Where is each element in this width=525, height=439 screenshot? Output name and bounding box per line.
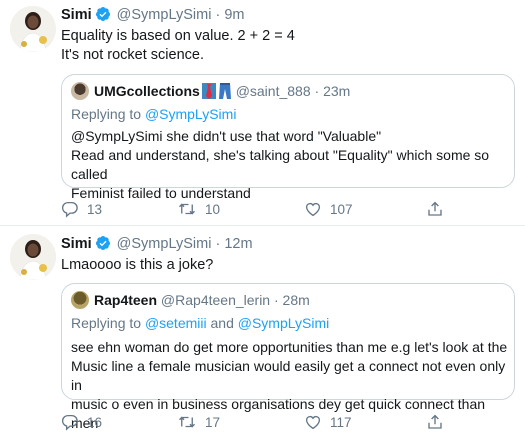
verified-icon <box>95 6 111 26</box>
like-icon <box>305 415 321 430</box>
avatar[interactable] <box>10 6 56 52</box>
timestamp[interactable]: 12m <box>224 236 252 252</box>
quoted-text-line: Music line a female musician would easil… <box>71 358 506 393</box>
author-handle[interactable]: @SympLySimi <box>117 236 212 252</box>
reply-icon <box>61 414 78 431</box>
replying-to-link[interactable]: @SympLySimi <box>145 106 237 122</box>
quoted-timestamp[interactable]: 23m <box>323 83 350 99</box>
tweet-actions: 13 10 107 <box>61 198 491 220</box>
quoted-author-name[interactable]: Rap4teen <box>94 292 157 308</box>
quoted-tweet-text: @SympLySimi she didn't use that word "Va… <box>71 127 514 203</box>
replying-to-link[interactable]: @setemiii <box>145 315 207 331</box>
tweet-actions: 16 17 117 <box>61 411 491 433</box>
share-icon <box>428 201 442 216</box>
separator: · <box>314 83 320 99</box>
share-icon <box>428 414 442 429</box>
like-button[interactable]: 107 <box>304 198 353 220</box>
reply-icon <box>61 201 78 218</box>
separator: · <box>215 7 221 23</box>
retweet-icon <box>179 203 195 215</box>
quoted-author-name[interactable]: UMGcollections <box>94 83 200 99</box>
separator: · <box>273 292 279 308</box>
avatar[interactable] <box>10 234 56 280</box>
like-icon <box>305 202 321 217</box>
tweet-text-line: Equality is based on value. 2 + 2 = 4 <box>61 28 295 44</box>
reply-button[interactable]: 16 <box>61 411 102 433</box>
tweet[interactable]: Simi @SympLySimi · 9m Equality is based … <box>0 0 525 226</box>
share-button[interactable] <box>426 411 452 433</box>
quoted-tweet[interactable]: UMGcollections @saint_888 · 23m Replying… <box>61 74 515 201</box>
tweet[interactable]: Simi @SympLySimi · 12m Lmaoooo is this a… <box>0 226 525 439</box>
tweet-header: Simi @SympLySimi · 12m <box>61 235 253 255</box>
replying-to: Replying to @SympLySimi <box>71 106 236 122</box>
like-count: 117 <box>330 414 352 430</box>
retweet-icon <box>179 416 195 428</box>
quoted-text-line: @SympLySimi she didn't use that word "Va… <box>71 128 382 144</box>
quoted-avatar[interactable] <box>71 82 89 100</box>
replying-to-link[interactable]: @SympLySimi <box>238 315 330 331</box>
verified-icon <box>95 235 111 255</box>
quoted-timestamp[interactable]: 28m <box>283 292 310 308</box>
retweet-count: 17 <box>205 414 221 430</box>
tweet-text: Lmaoooo is this a joke? <box>61 256 213 275</box>
replying-to-label: Replying to <box>71 315 142 331</box>
author-name[interactable]: Simi <box>61 7 92 23</box>
quoted-text-line: see ehn woman do get more opportunities … <box>71 339 508 355</box>
like-button[interactable]: 117 <box>304 411 352 433</box>
tweet-text-line: Lmaoooo is this a joke? <box>61 257 214 273</box>
like-count: 107 <box>330 201 353 217</box>
replying-to: Replying to @setemiii and @SympLySimi <box>71 315 329 331</box>
quoted-author-handle[interactable]: @Rap4teen_lerin <box>161 292 270 308</box>
reply-count: 16 <box>87 414 103 430</box>
quoted-tweet[interactable]: Rap4teen @Rap4teen_lerin · 28m Replying … <box>61 283 515 431</box>
share-button[interactable] <box>426 198 452 220</box>
replying-to-label: Replying to <box>71 106 142 122</box>
tie-emoji-icon <box>201 83 216 102</box>
tweet-text-line: It's not rocket science. <box>61 47 204 63</box>
reply-button[interactable]: 13 <box>61 198 102 220</box>
timestamp[interactable]: 9m <box>224 7 244 23</box>
quoted-avatar[interactable] <box>71 291 89 309</box>
tweet-text: Equality is based on value. 2 + 2 = 4 It… <box>61 27 295 65</box>
quoted-tweet-header: Rap4teen @Rap4teen_lerin · 28m <box>71 291 310 311</box>
reply-count: 13 <box>87 201 103 217</box>
tweet-header: Simi @SympLySimi · 9m <box>61 6 244 26</box>
retweet-button[interactable]: 17 <box>177 411 220 433</box>
retweet-button[interactable]: 10 <box>177 198 220 220</box>
retweet-count: 10 <box>205 201 221 217</box>
quoted-author-handle[interactable]: @saint_888 <box>236 83 311 99</box>
author-name[interactable]: Simi <box>61 236 92 252</box>
quoted-text-line: Read and understand, she's talking about… <box>71 147 490 182</box>
separator: · <box>215 236 221 252</box>
jeans-emoji-icon <box>218 83 232 102</box>
quoted-tweet-header: UMGcollections @saint_888 · 23m <box>71 82 350 102</box>
author-handle[interactable]: @SympLySimi <box>117 7 212 23</box>
replying-to-and: and <box>210 315 234 331</box>
